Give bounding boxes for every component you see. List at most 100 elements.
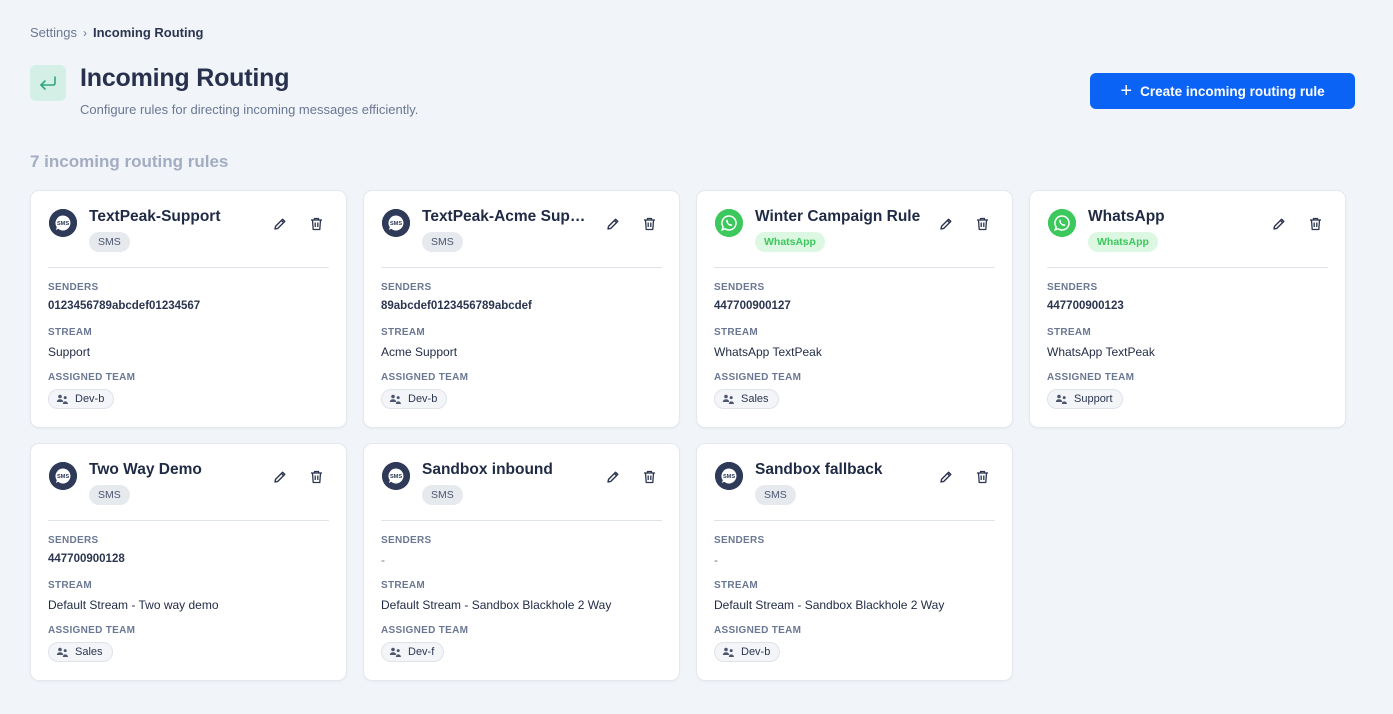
trash-icon[interactable] (307, 468, 325, 486)
channel-badge: WhatsApp (1088, 232, 1158, 252)
svg-text:SMS: SMS (390, 474, 402, 480)
team-icon (389, 647, 401, 657)
sms-icon: SMS (715, 462, 743, 490)
trash-icon[interactable] (640, 468, 658, 486)
team-badge: Sales (48, 642, 113, 662)
assigned-team-label: ASSIGNED TEAM (381, 372, 469, 383)
team-name: Sales (75, 646, 103, 658)
edit-icon[interactable] (271, 468, 289, 486)
senders-value: 447700900123 (1047, 300, 1124, 312)
stream-value: Default Stream - Sandbox Blackhole 2 Way (381, 598, 612, 612)
svg-text:SMS: SMS (57, 474, 69, 480)
svg-text:SMS: SMS (390, 221, 402, 227)
trash-icon[interactable] (973, 215, 991, 233)
senders-value: - (381, 553, 385, 567)
team-name: Dev-b (75, 393, 105, 405)
senders-value: 447700900127 (714, 300, 791, 312)
team-name: Dev-b (408, 393, 438, 405)
return-arrow-icon (30, 65, 66, 101)
page-title: Incoming Routing (80, 64, 290, 92)
rule-name: Sandbox inbound (422, 461, 553, 478)
stream-value: Support (48, 345, 91, 359)
plus-icon: + (1120, 80, 1133, 102)
channel-badge: SMS (755, 485, 796, 505)
create-incoming-routing-rule-button[interactable]: + Create incoming routing rule (1090, 73, 1355, 109)
whatsapp-icon (1048, 209, 1076, 237)
stream-label: STREAM (48, 580, 93, 591)
senders-value: 447700900128 (48, 553, 125, 565)
breadcrumb-settings-link[interactable]: Settings (30, 25, 77, 40)
rule-name: Winter Campaign Rule (755, 208, 921, 225)
breadcrumb-current: Incoming Routing (92, 25, 204, 40)
channel-badge: SMS (89, 232, 130, 252)
senders-label: SENDERS (381, 282, 432, 293)
svg-text:SMS: SMS (57, 221, 69, 227)
rule-name: Two Way Demo (89, 461, 202, 478)
svg-text:SMS: SMS (723, 474, 735, 480)
team-icon (56, 394, 68, 404)
senders-value: - (714, 553, 718, 567)
stream-label: STREAM (48, 327, 93, 338)
sms-icon: SMS (49, 462, 77, 490)
team-badge: Dev-b (381, 389, 448, 409)
rule-name: WhatsApp (1088, 208, 1165, 225)
page-subtitle: Configure rules for directing incoming m… (80, 102, 419, 117)
team-badge: Dev-f (381, 642, 445, 662)
routing-rule-card: SMS TextPeak-Acme Support SMS SENDERS 89… (363, 190, 680, 428)
rule-name: TextPeak-Acme Support (422, 208, 594, 225)
edit-icon[interactable] (1270, 215, 1288, 233)
channel-badge: SMS (89, 485, 130, 505)
trash-icon[interactable] (640, 215, 658, 233)
senders-label: SENDERS (1047, 282, 1098, 293)
rule-name: TextPeak-Support (89, 208, 221, 225)
routing-rule-card: SMS Two Way Demo SMS SENDERS 44770090012… (30, 443, 347, 681)
card-divider (381, 520, 662, 521)
sms-icon: SMS (382, 462, 410, 490)
edit-icon[interactable] (604, 468, 622, 486)
stream-value: Default Stream - Sandbox Blackhole 2 Way (714, 598, 945, 612)
edit-icon[interactable] (271, 215, 289, 233)
stream-label: STREAM (381, 580, 426, 591)
assigned-team-label: ASSIGNED TEAM (48, 372, 136, 383)
team-badge: Support (1047, 389, 1123, 409)
trash-icon[interactable] (973, 468, 991, 486)
assigned-team-label: ASSIGNED TEAM (714, 625, 802, 636)
team-name: Dev-b (741, 646, 771, 658)
card-divider (48, 267, 329, 268)
senders-value: 89abcdef0123456789abcdef (381, 300, 532, 312)
card-divider (48, 520, 329, 521)
senders-label: SENDERS (381, 535, 432, 546)
stream-label: STREAM (381, 327, 426, 338)
sms-icon: SMS (382, 209, 410, 237)
assigned-team-label: ASSIGNED TEAM (48, 625, 136, 636)
senders-label: SENDERS (714, 535, 765, 546)
team-icon (722, 394, 734, 404)
assigned-team-label: ASSIGNED TEAM (714, 372, 802, 383)
card-divider (714, 520, 995, 521)
channel-badge: WhatsApp (755, 232, 825, 252)
edit-icon[interactable] (937, 215, 955, 233)
routing-rule-card: SMS TextPeak-Support SMS SENDERS 0123456… (30, 190, 347, 428)
rules-count: 7 incoming routing rules (30, 152, 229, 171)
card-divider (381, 267, 662, 268)
whatsapp-icon (715, 209, 743, 237)
channel-badge: SMS (422, 232, 463, 252)
stream-value: WhatsApp TextPeak (714, 345, 822, 359)
trash-icon[interactable] (1306, 215, 1324, 233)
team-name: Sales (741, 393, 769, 405)
trash-icon[interactable] (307, 215, 325, 233)
breadcrumb-separator: › (82, 25, 87, 40)
senders-value: 0123456789abcdef01234567 (48, 300, 201, 312)
edit-icon[interactable] (604, 215, 622, 233)
stream-value: Default Stream - Two way demo (48, 598, 219, 612)
assigned-team-label: ASSIGNED TEAM (1047, 372, 1135, 383)
team-badge: Dev-b (48, 389, 115, 409)
team-badge: Dev-b (714, 642, 781, 662)
create-button-label: Create incoming routing rule (1140, 83, 1325, 99)
card-divider (1047, 267, 1328, 268)
routing-rule-card: SMS Sandbox inbound SMS SENDERS - STREAM… (363, 443, 680, 681)
stream-label: STREAM (714, 580, 759, 591)
team-badge: Sales (714, 389, 779, 409)
assigned-team-label: ASSIGNED TEAM (381, 625, 469, 636)
edit-icon[interactable] (937, 468, 955, 486)
